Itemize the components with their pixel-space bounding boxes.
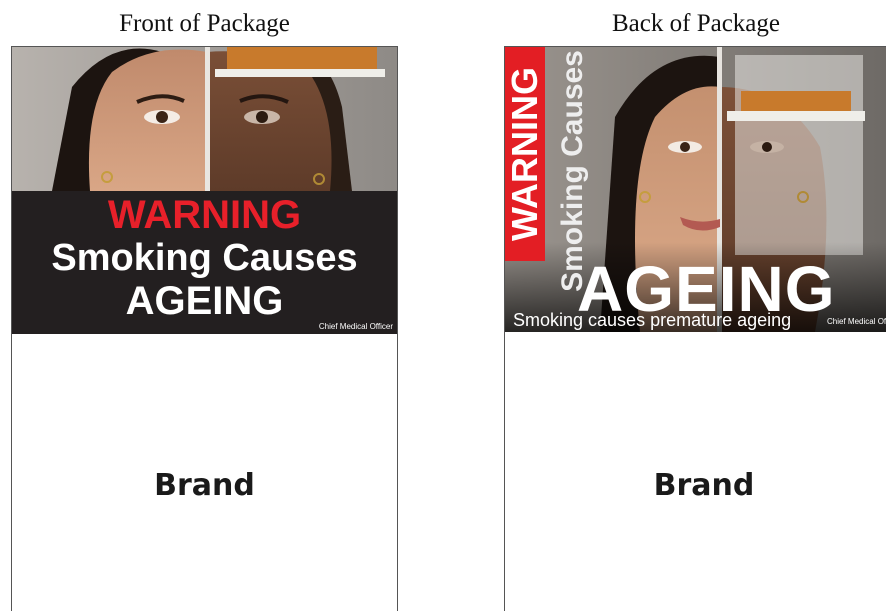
back-brand: Brand (653, 468, 755, 503)
front-attribution: Chief Medical Officer (318, 322, 393, 331)
back-warning-vertical: WARNING (504, 67, 545, 241)
front-heading: Front of Package (119, 10, 290, 37)
back-package: WARNING Smoking Causes AGEING Smoking ca… (504, 46, 886, 611)
front-warning-title: WARNING (107, 193, 302, 237)
back-caption: Smoking causes premature ageing (513, 310, 792, 330)
front-package: WARNING Smoking Causes AGEING Chief Medi… (11, 46, 398, 611)
front-warning-line2: Smoking Causes (51, 237, 358, 279)
back-vertical-warning-band: WARNING (505, 47, 545, 261)
back-attribution: Chief Medical Officer (827, 317, 886, 326)
front-brand: Brand (154, 468, 255, 503)
front-warning-line3: AGEING (125, 279, 284, 323)
back-heading: Back of Package (612, 10, 780, 37)
front-warning-box: WARNING Smoking Causes AGEING Chief Medi… (12, 191, 397, 334)
front-face-photo (12, 47, 397, 191)
